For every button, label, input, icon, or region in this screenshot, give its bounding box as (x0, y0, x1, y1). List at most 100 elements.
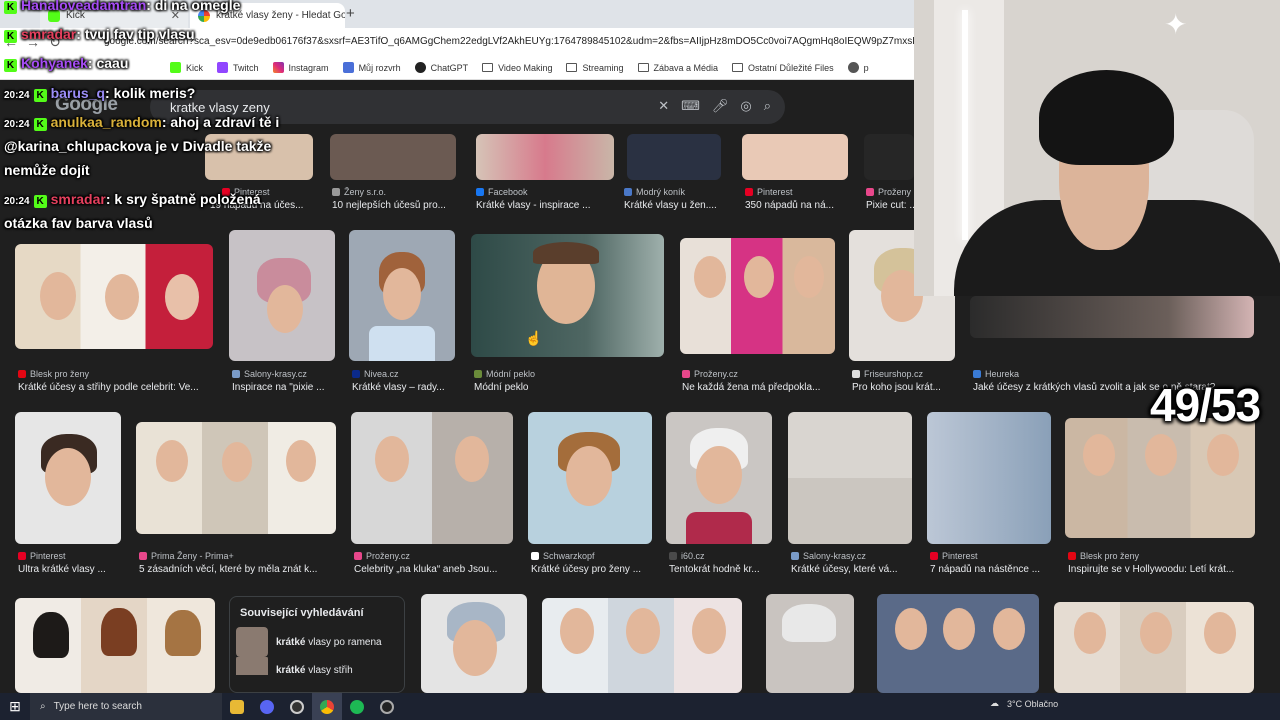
result-image[interactable] (970, 296, 1254, 338)
result-title[interactable]: Celebrity „na kluka“ aneb Jsou... (354, 564, 512, 575)
result-title[interactable]: Krátké vlasy – rady... (352, 382, 455, 393)
result-source[interactable]: Schwarzkopf (531, 551, 595, 561)
result-source[interactable]: i60.cz (669, 551, 705, 561)
related-search-item[interactable]: krátké vlasy střih (230, 657, 404, 675)
microphone-icon[interactable]: 🎤︎ (712, 98, 729, 114)
bookmark-rozvrh[interactable]: Můj rozvrh (342, 62, 401, 73)
result-image[interactable] (927, 412, 1051, 544)
result-image[interactable] (528, 412, 652, 544)
result-source[interactable]: Salony-krasy.cz (232, 369, 307, 379)
result-image[interactable] (788, 412, 912, 544)
spotify-icon[interactable] (342, 693, 372, 720)
result-source[interactable]: Pinterest (18, 551, 66, 561)
result-title[interactable]: 7 nápadů na nástěnce ... (930, 564, 1050, 575)
bookmark-chatgpt[interactable]: ChatGPT (414, 62, 468, 73)
result-title[interactable]: 350 nápadů na ná... (745, 200, 845, 211)
result-title[interactable]: Pixie cut: ... (866, 200, 914, 211)
result-source[interactable]: Prima Ženy - Prima+ (139, 551, 234, 561)
result-title[interactable]: Krátké vlasy u žen.... (624, 200, 726, 211)
result-image[interactable] (349, 230, 455, 361)
result-image[interactable] (1065, 418, 1255, 538)
bookmark-kick[interactable]: Kick (170, 62, 203, 73)
result-image[interactable] (766, 594, 854, 693)
result-title[interactable]: Inspirace na "pixie ... (232, 382, 335, 393)
result-title[interactable]: Pro koho jsou krát... (852, 382, 952, 393)
obs-icon[interactable] (282, 693, 312, 720)
result-source[interactable]: Friseurshop.cz (852, 369, 923, 379)
taskbar-search-input[interactable]: Type here to search (54, 701, 142, 712)
result-title[interactable]: Módní peklo (474, 382, 664, 393)
result-title[interactable]: Krátké účesy, které vá... (791, 564, 911, 575)
result-image[interactable] (471, 234, 664, 357)
result-image[interactable] (666, 412, 772, 544)
result-source[interactable]: Pinterest (745, 187, 793, 197)
result-source[interactable]: Heureka (973, 369, 1019, 379)
file-explorer-icon[interactable] (222, 693, 252, 720)
result-image[interactable] (15, 244, 213, 349)
folder-icon (566, 63, 578, 72)
globe-icon (847, 62, 859, 73)
keyboard-icon[interactable]: ⌨ (681, 98, 700, 114)
result-image[interactable] (15, 412, 121, 544)
folder-icon (637, 63, 649, 72)
weather-text[interactable]: 3°C Oblačno (1007, 699, 1058, 709)
result-source[interactable]: Modrý koník (624, 187, 685, 197)
result-source[interactable]: Nivea.cz (352, 369, 399, 379)
chat-message: 20:24 Kbarus_q: kolik meris? (4, 85, 196, 102)
bookmark-instagram[interactable]: Instagram (272, 62, 329, 73)
result-source[interactable]: Blesk pro ženy (1068, 551, 1139, 561)
result-title[interactable]: Krátké účesy pro ženy ... (531, 564, 653, 575)
taskbar-search[interactable]: ⌕ Type here to search (30, 693, 222, 720)
chrome-icon[interactable] (312, 693, 342, 720)
result-title[interactable]: Ultra krátké vlasy ... (18, 564, 121, 575)
obs-studio-icon[interactable] (372, 693, 402, 720)
result-image[interactable] (877, 594, 1039, 693)
result-title[interactable]: 10 nejlepších účesů pro... (332, 200, 457, 211)
result-image[interactable] (330, 134, 456, 180)
search-icon[interactable]: ⌕ (764, 98, 771, 114)
result-title[interactable]: Tentokrát hodně kr... (669, 564, 771, 575)
result-image[interactable] (351, 412, 513, 544)
bookmark-video-making[interactable]: Video Making (482, 63, 552, 73)
result-image[interactable] (742, 134, 848, 180)
result-image[interactable] (136, 422, 336, 534)
result-title[interactable]: 5 zásadních věcí, které by měla znát k..… (139, 564, 335, 575)
clear-icon[interactable]: ✕ (658, 98, 669, 114)
discord-icon[interactable] (252, 693, 282, 720)
bookmark-twitch[interactable]: Twitch (217, 62, 259, 73)
camera-search-icon[interactable]: ◎ (740, 98, 751, 114)
result-image[interactable] (15, 598, 215, 693)
result-image[interactable] (229, 230, 335, 361)
result-source[interactable]: Facebook (476, 187, 528, 197)
url-field[interactable]: google.com/search?sca_esv=0de9edb06176f3… (104, 36, 914, 47)
result-image[interactable] (542, 598, 742, 693)
result-image[interactable] (627, 134, 721, 180)
result-image[interactable] (864, 134, 914, 180)
result-source[interactable]: Salony-krasy.cz (791, 551, 866, 561)
kick-badge-icon: K (33, 195, 47, 208)
result-title[interactable]: Ne každá žena má předpokla... (682, 382, 832, 393)
bookmark-ostatni[interactable]: Ostatní Důležité Files (732, 63, 834, 73)
site-icon (791, 552, 799, 560)
result-source[interactable]: Ženy s.r.o. (332, 187, 386, 197)
bookmark-p[interactable]: p (847, 62, 869, 73)
result-source[interactable]: Proženy.cz (682, 369, 738, 379)
result-source[interactable]: Proženy.cz (354, 551, 410, 561)
windows-start-icon[interactable]: ⊞ (0, 698, 30, 715)
new-tab-button[interactable]: + (346, 5, 355, 22)
result-title[interactable]: Krátké účesy a střihy podle celebrit: Ve… (18, 382, 214, 393)
chat-message: 20:24 Kanulkaa_random: ahoj a zdraví tě i (4, 114, 280, 131)
result-source[interactable]: Pinterest (930, 551, 978, 561)
result-image[interactable] (476, 134, 614, 180)
result-source[interactable]: Proženy (866, 187, 911, 197)
result-image[interactable] (1054, 602, 1254, 693)
result-title[interactable]: Inspirujte se v Hollywoodu: Letí krát... (1068, 564, 1248, 575)
related-search-item[interactable]: krátké vlasy po ramena (230, 619, 404, 657)
result-title[interactable]: Krátké vlasy - inspirace ... (476, 200, 604, 211)
bookmark-streaming[interactable]: Streaming (566, 63, 624, 73)
result-image[interactable] (680, 238, 835, 354)
result-source[interactable]: Blesk pro ženy (18, 369, 89, 379)
bookmark-zabava[interactable]: Zábava a Média (637, 63, 718, 73)
result-source[interactable]: Módní peklo (474, 369, 535, 379)
result-image[interactable] (421, 594, 527, 693)
